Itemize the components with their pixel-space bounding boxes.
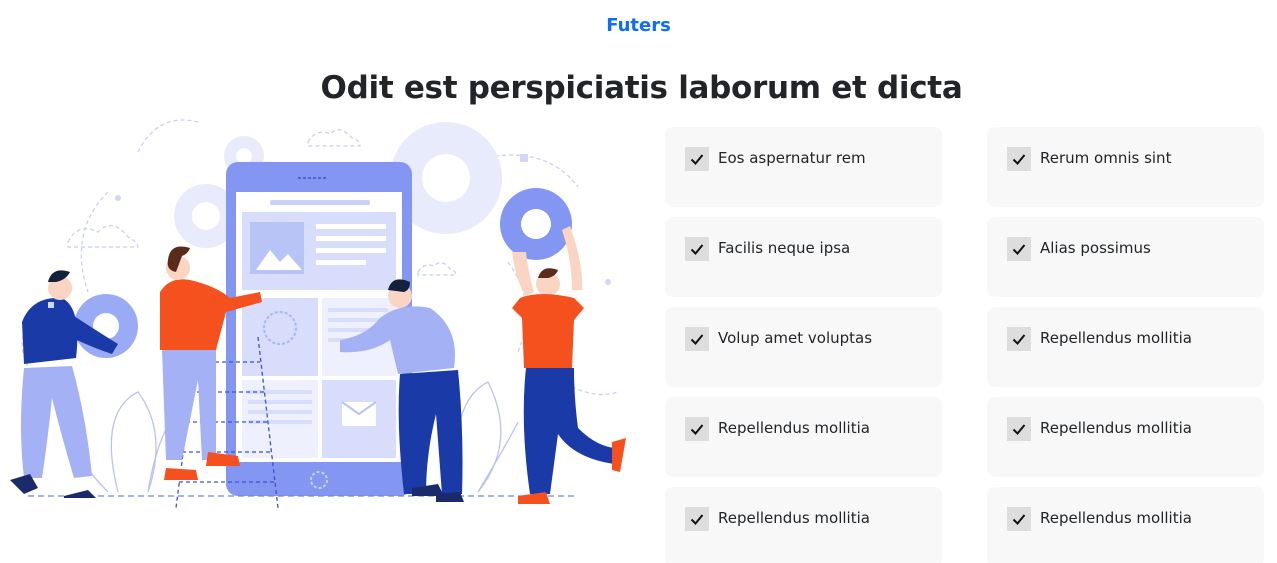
feature-label: Eos aspernatur rem [718,149,866,167]
section-eyebrow: Futers [606,15,671,36]
feature-card: Eos aspernatur rem [665,127,942,207]
feature-label: Repellendus mollitia [1040,509,1192,527]
check-icon [1007,417,1031,441]
check-icon [685,147,709,171]
feature-card: Repellendus mollitia [665,487,942,563]
feature-card: Repellendus mollitia [987,487,1264,563]
check-icon [685,237,709,261]
feature-label: Repellendus mollitia [718,509,870,527]
feature-label: Rerum omnis sint [1040,149,1172,167]
feature-card: Facilis neque ipsa [665,217,942,297]
feature-label: Repellendus mollitia [1040,329,1192,347]
feature-card: Volup amet voluptas [665,307,942,387]
check-icon [1007,147,1031,171]
feature-label: Repellendus mollitia [718,419,870,437]
check-icon [1007,327,1031,351]
team-building-app-illustration [10,119,626,509]
check-icon [1007,237,1031,261]
person-right-illustration [500,188,626,504]
check-icon [685,507,709,531]
feature-card: Alias possimus [987,217,1264,297]
feature-label: Volup amet voluptas [718,329,873,347]
feature-card: Rerum omnis sint [987,127,1264,207]
feature-card: Repellendus mollitia [987,397,1264,477]
section-title: Odit est perspiciatis laborum et dicta [320,70,963,106]
check-icon [685,327,709,351]
check-icon [1007,507,1031,531]
check-icon [685,417,709,441]
feature-card: Repellendus mollitia [665,397,942,477]
feature-label: Facilis neque ipsa [718,239,851,257]
feature-card: Repellendus mollitia [987,307,1264,387]
person-left-illustration [10,270,138,498]
feature-label: Repellendus mollitia [1040,419,1192,437]
feature-label: Alias possimus [1040,239,1151,257]
